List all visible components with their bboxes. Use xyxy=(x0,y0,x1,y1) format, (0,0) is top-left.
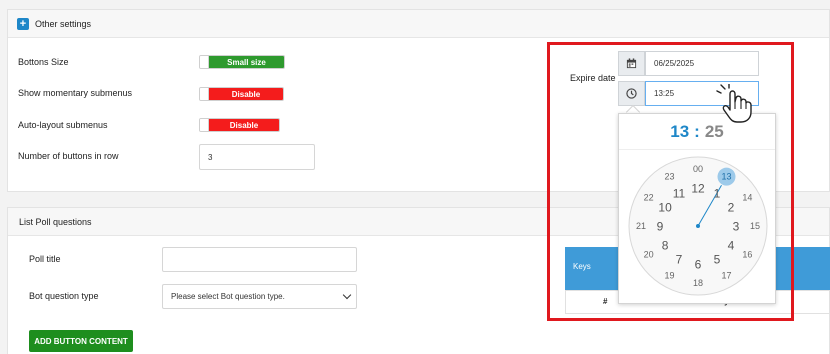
num-buttons-label: Number of buttons in row xyxy=(18,151,119,161)
auto-layout-toggle[interactable]: Disable xyxy=(199,118,280,132)
buttons-size-toggle[interactable]: Small size xyxy=(199,55,285,69)
chevron-down-icon xyxy=(342,290,352,300)
buttons-size-value: Small size xyxy=(209,56,284,68)
plus-icon[interactable]: + xyxy=(17,17,29,30)
bot-question-type-value: Please select Bot question type. xyxy=(171,292,285,301)
other-settings-title: Other settings xyxy=(35,18,92,29)
bot-question-type-select[interactable]: Please select Bot question type. xyxy=(162,284,357,309)
momentary-submenus-value: Disable xyxy=(209,88,283,100)
poll-title-label: Poll title xyxy=(29,254,61,264)
num-buttons-input[interactable]: 3 xyxy=(199,144,315,170)
toggle-knob xyxy=(200,119,209,131)
other-settings-header: + Other settings xyxy=(8,10,829,38)
add-button-content-button[interactable]: ADD BUTTON CONTENT xyxy=(29,330,133,352)
momentary-submenus-label: Show momentary submenus xyxy=(18,88,133,98)
poll-title-input[interactable] xyxy=(162,247,357,272)
highlight-frame xyxy=(547,42,794,321)
toggle-knob xyxy=(200,56,209,68)
auto-layout-label: Auto-layout submenus xyxy=(18,120,108,130)
bot-question-type-label: Bot question type xyxy=(29,291,99,301)
momentary-submenus-toggle[interactable]: Disable xyxy=(199,87,284,101)
poll-title-heading: List Poll questions xyxy=(19,216,92,227)
auto-layout-value: Disable xyxy=(209,119,279,131)
hand-cursor-icon xyxy=(716,84,752,123)
buttons-size-label: Bottons Size xyxy=(18,57,69,67)
toggle-knob xyxy=(200,88,209,100)
